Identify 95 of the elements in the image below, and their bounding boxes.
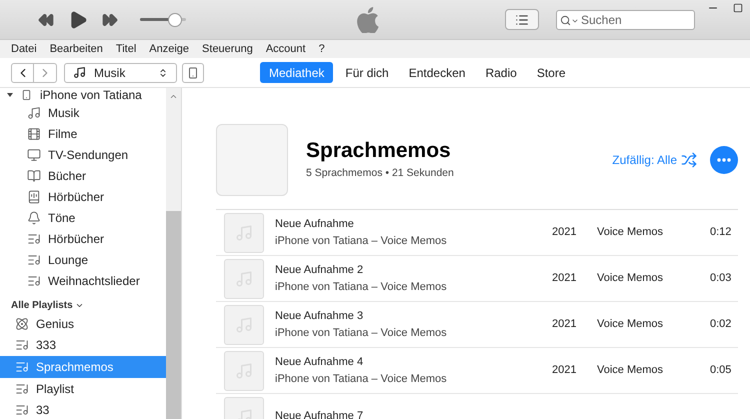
track-genre: Voice Memos [597, 363, 664, 378]
playlist-icon [27, 232, 41, 246]
updown-icon [158, 68, 168, 78]
playlist-icon [15, 360, 29, 374]
menu-item[interactable]: Steuerung [202, 40, 253, 58]
playlist-icon [27, 274, 41, 288]
track-time: 0:12 [710, 225, 732, 240]
volume-slider[interactable] [140, 12, 186, 26]
nav-tab[interactable]: Mediathek [260, 62, 334, 83]
phone-icon [187, 66, 199, 80]
track-genre: Voice Memos [597, 225, 664, 240]
device-button[interactable] [182, 62, 204, 82]
apple-icon [357, 7, 379, 33]
sidebar-item[interactable]: Filme [0, 123, 166, 144]
menu-item[interactable]: Titel [116, 40, 136, 58]
track-title: Neue Aufnahme 2 [275, 263, 364, 278]
search-field[interactable]: Suchen [556, 10, 695, 30]
music-note-icon [27, 106, 41, 120]
fast-forward-icon[interactable] [100, 12, 120, 28]
shuffle-button[interactable]: Zufällig: Alle [612, 151, 697, 169]
list-view-button[interactable] [505, 9, 539, 30]
menu-item[interactable]: Anzeige [149, 40, 190, 58]
track-artist: iPhone von Tatiana – Voice Memos [275, 326, 448, 340]
track-year: 2021 [552, 271, 578, 286]
bell-icon [27, 210, 41, 224]
track-genre: Voice Memos [597, 271, 664, 286]
back-button[interactable] [11, 62, 34, 82]
track-title: Neue Aufnahme 3 [275, 309, 364, 324]
search-icon [560, 15, 571, 26]
track-row[interactable]: Neue Aufnahme iPhone von Tatiana – Voice Memos 2021 Voice Memos 0:12 [216, 210, 738, 256]
scroll-up-icon[interactable] [169, 92, 178, 101]
menu-item[interactable]: Account [266, 40, 306, 58]
source-dropdown[interactable]: Musik [64, 62, 177, 82]
monitor-icon [27, 148, 41, 162]
track-title: Neue Aufnahme 7 [275, 409, 364, 419]
track-row[interactable]: Neue Aufnahme 3 iPhone von Tatiana – Voice Memos 2021 Voice Memos 0:02 [216, 302, 738, 348]
film-icon [27, 126, 41, 140]
track-title: Neue Aufnahme 4 [275, 355, 364, 370]
track-time: 0:02 [710, 317, 732, 332]
disclosure-triangle-icon[interactable] [7, 92, 13, 98]
chevron-down-icon [571, 17, 579, 25]
sidebar-item[interactable]: Hörbücher [0, 228, 166, 249]
device-name[interactable]: iPhone von Tatiana [40, 89, 142, 101]
sidebar-item[interactable]: Lounge [0, 249, 166, 270]
track-artist: iPhone von Tatiana – Voice Memos [275, 234, 448, 248]
phone-icon [21, 89, 32, 101]
artwork-placeholder [216, 124, 288, 196]
sidebar-item[interactable]: Töne [0, 207, 166, 228]
track-time: 0:03 [710, 271, 732, 286]
nav-tab[interactable]: Entdecken [400, 62, 474, 83]
sidebar-item[interactable]: Musik [0, 102, 166, 123]
menu-item[interactable]: Datei [11, 40, 37, 58]
more-icon [717, 158, 731, 162]
playlist-icon [15, 403, 29, 418]
section-header[interactable]: Alle Playlists [11, 298, 73, 313]
track-artist: iPhone von Tatiana – Voice Memos [275, 372, 448, 386]
track-year: 2021 [552, 225, 578, 240]
nav-tab[interactable]: Radio [477, 62, 525, 83]
track-title: Neue Aufnahme [275, 217, 355, 232]
playlist-item[interactable]: Playlist [0, 378, 166, 400]
book-icon [27, 168, 41, 182]
sidebar-item[interactable]: Hörbücher [0, 186, 166, 207]
music-note-icon [73, 66, 86, 79]
audiobook-icon [27, 190, 41, 204]
playlist-item[interactable]: Genius [0, 313, 166, 335]
playlist-icon [15, 338, 29, 352]
playlist-title: Sprachmemos [306, 138, 452, 164]
playlist-item[interactable]: 333 [0, 334, 166, 356]
playlist-icon [27, 252, 41, 266]
nav-tab[interactable]: Für dich [337, 62, 397, 83]
track-time: 0:05 [710, 363, 732, 378]
track-artist: iPhone von Tatiana – Voice Memos [275, 280, 448, 294]
playlist-info: 5 Sprachmemos • 21 Sekunden [306, 166, 455, 182]
playlist-icon [15, 382, 29, 396]
track-row[interactable]: Neue Aufnahme 4 iPhone von Tatiana – Voice Memos 2021 Voice Memos 0:05 [216, 348, 738, 394]
menu-item[interactable]: Bearbeiten [50, 40, 103, 58]
menu-item[interactable]: ? [318, 40, 325, 58]
track-genre: Voice Memos [597, 317, 664, 332]
sidebar-item[interactable]: Bücher [0, 165, 166, 186]
list-icon [515, 12, 529, 26]
scrollbar[interactable] [166, 88, 181, 419]
sidebar-item[interactable]: Weihnachtslieder [0, 270, 166, 291]
nav-tab[interactable]: Store [528, 62, 574, 83]
chevron-down-icon [74, 301, 84, 310]
playlist-item[interactable]: 33 [0, 399, 166, 419]
maximize-icon[interactable] [733, 3, 743, 13]
track-year: 2021 [552, 363, 578, 378]
rewind-icon[interactable] [36, 12, 56, 28]
track-row[interactable]: Neue Aufnahme 2 iPhone von Tatiana – Voice Memos 2021 Voice Memos 0:03 [216, 256, 738, 302]
more-button[interactable] [710, 146, 738, 174]
shuffle-icon [681, 152, 697, 168]
sidebar-item[interactable]: TV-Sendungen [0, 144, 166, 165]
track-row[interactable]: Neue Aufnahme 7 [216, 394, 738, 419]
track-year: 2021 [552, 317, 578, 332]
atom-icon [15, 316, 29, 331]
